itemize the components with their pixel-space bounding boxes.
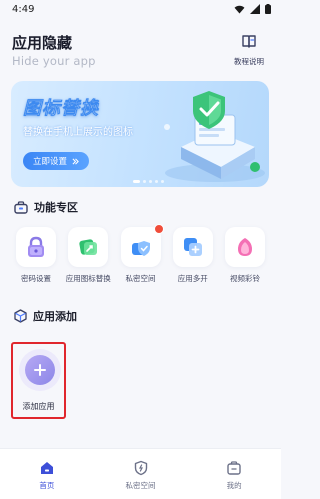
- apps-section-header: 应用添加: [14, 308, 77, 324]
- feature-tile: [120, 227, 161, 267]
- bottom-navigation: 首页 私密空间 我的: [0, 448, 281, 499]
- banner-illustration: [164, 91, 265, 182]
- feature-icon-replace[interactable]: 应用图标替换: [62, 227, 114, 284]
- nav-profile[interactable]: 我的: [187, 449, 281, 499]
- banner-description: 替换在手机上展示的图标: [23, 127, 133, 138]
- tutorial-button[interactable]: 教程说明: [229, 34, 269, 67]
- feature-label: 密码设置: [21, 274, 51, 283]
- image-icon: [79, 239, 98, 255]
- plus-icon: [34, 364, 46, 376]
- features-section-title: 功能专区: [34, 201, 78, 214]
- apps-section-title: 应用添加: [33, 310, 77, 323]
- banner-dot: [143, 180, 146, 183]
- nav-private-space[interactable]: 私密空间: [94, 449, 188, 499]
- nav-label: 我的: [226, 481, 242, 490]
- feature-tile: [68, 227, 109, 267]
- battery-icon: [265, 4, 271, 14]
- cube-icon: [14, 309, 27, 323]
- toolbox-icon: [14, 200, 28, 214]
- lock-icon: [28, 236, 44, 257]
- profile-icon: [227, 461, 241, 475]
- add-app-icon-container: [25, 355, 55, 385]
- nav-home[interactable]: 首页: [0, 449, 94, 499]
- banner-dot: [133, 180, 140, 183]
- banner-dot: [161, 180, 164, 183]
- bell-icon: [238, 238, 252, 256]
- feature-label: 视频彩铃: [230, 274, 260, 283]
- nav-label: 私密空间: [125, 481, 156, 490]
- wifi-icon: [234, 5, 245, 14]
- add-app-label: 添加应用: [22, 402, 55, 411]
- plus-icon: [183, 238, 202, 256]
- banner-setup-button[interactable]: 立即设置: [23, 152, 90, 170]
- page-title: 应用隐藏: [12, 34, 73, 52]
- notification-badge: [153, 224, 164, 234]
- features-grid: 密码设置 应用图标替换 私密空间 应用多开 视频彩铃: [10, 224, 271, 284]
- feature-video-ringtone[interactable]: 视频彩铃: [219, 227, 271, 284]
- shield-icon: [134, 460, 147, 476]
- feature-password[interactable]: 密码设置: [10, 227, 62, 284]
- home-icon: [40, 462, 53, 474]
- feature-multi-open[interactable]: 应用多开: [167, 227, 219, 284]
- shield-icon: [131, 241, 150, 256]
- chevrons-right-icon: [72, 158, 79, 164]
- book-icon: [242, 35, 256, 48]
- status-icons: [234, 4, 271, 14]
- features-section-header: 功能专区: [14, 199, 78, 215]
- feature-tile: [172, 227, 213, 267]
- nav-label: 首页: [39, 481, 55, 490]
- promo-banner[interactable]: 图标替换 替换在手机上展示的图标 立即设置: [11, 81, 269, 187]
- banner-dot: [149, 180, 152, 183]
- tutorial-label: 教程说明: [234, 57, 264, 66]
- feature-tile: [16, 227, 56, 267]
- signal-icon: [250, 4, 260, 14]
- banner-dot: [155, 180, 158, 183]
- banner-button-label: 立即设置: [33, 157, 68, 167]
- banner-pagination: [133, 180, 164, 183]
- feature-label: 应用多开: [177, 274, 208, 283]
- feature-private-space[interactable]: 私密空间: [115, 224, 167, 284]
- page-subtitle: Hide your app: [12, 54, 96, 68]
- banner-title: 图标替换: [23, 98, 99, 119]
- feature-tile: [225, 227, 265, 267]
- feature-label: 私密空间: [125, 274, 156, 283]
- feature-label: 应用图标替换: [65, 274, 111, 283]
- status-time: 4:49: [12, 4, 35, 15]
